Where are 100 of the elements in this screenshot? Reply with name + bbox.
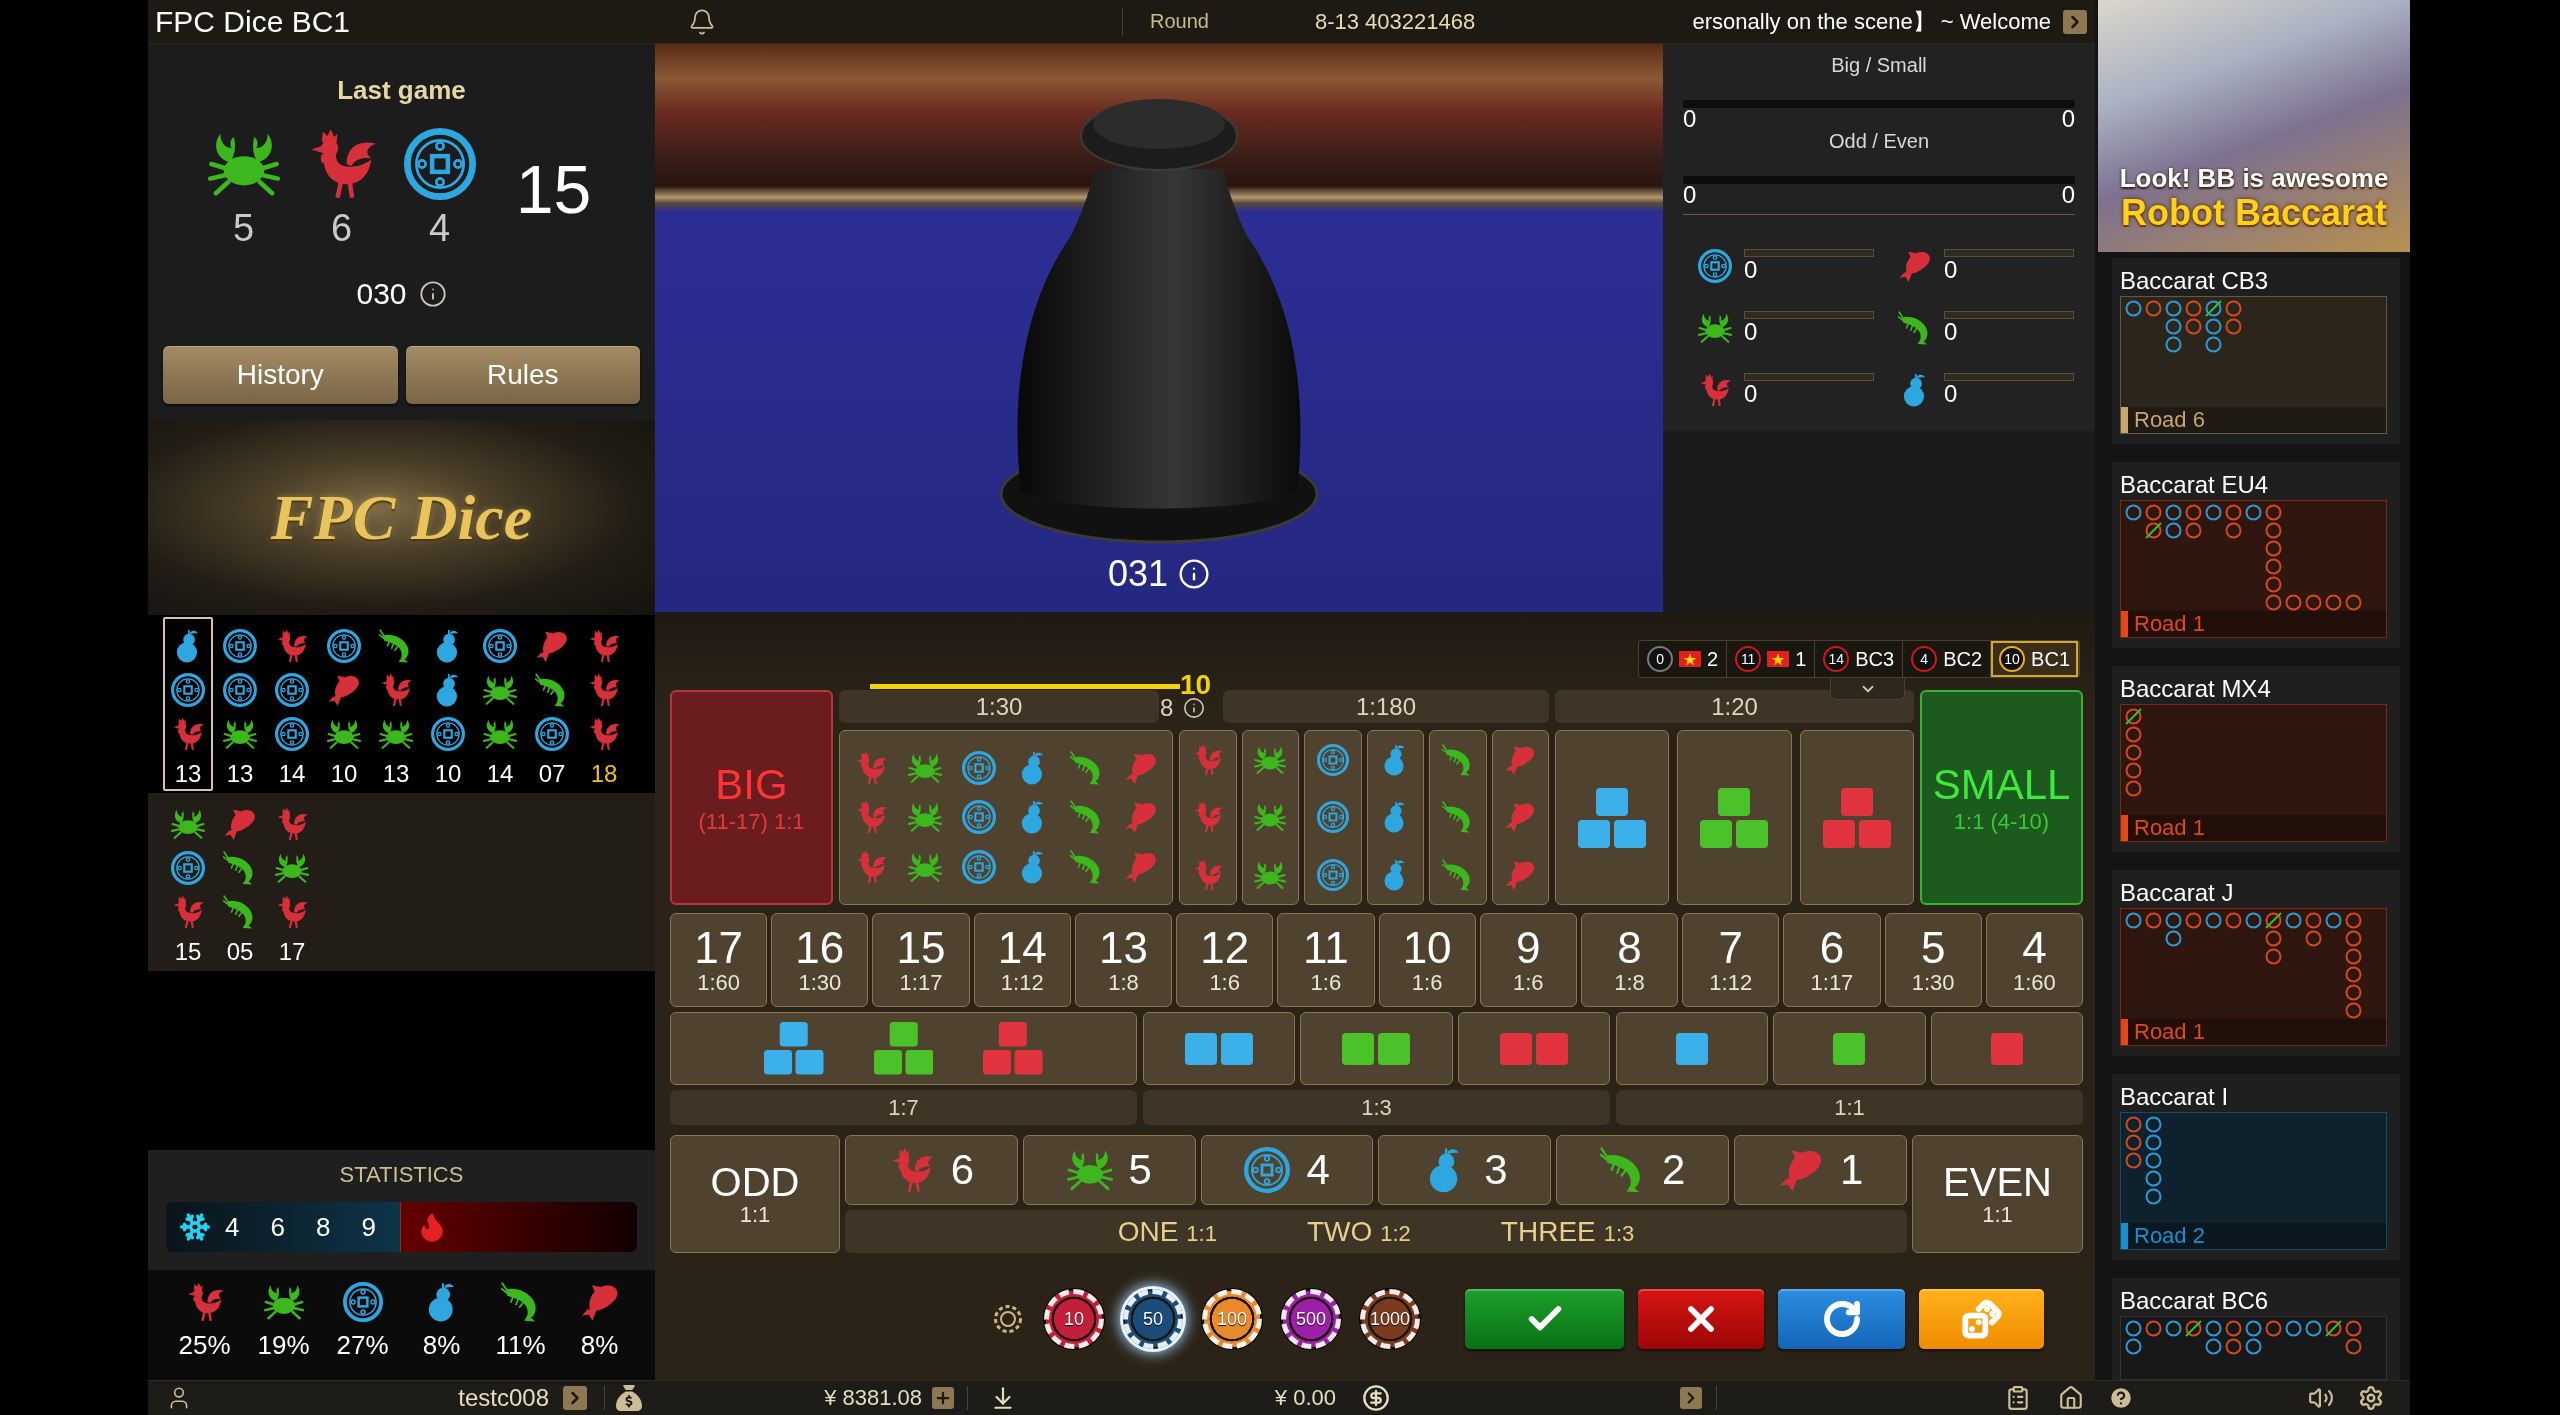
- history-column[interactable]: 15: [163, 795, 213, 969]
- history-column[interactable]: 17: [267, 795, 317, 969]
- payout-odds: 1:3: [1603, 1220, 1635, 1247]
- total-bet[interactable]: 8 1:8: [1580, 913, 1679, 1007]
- total-bet[interactable]: 6 1:17: [1783, 913, 1881, 1007]
- small-bet[interactable]: SMALL 1:1 (4-10): [1920, 690, 2083, 905]
- total-bet[interactable]: 4 1:60: [1985, 913, 2083, 1007]
- history-column[interactable]: 07: [527, 617, 577, 791]
- info-icon[interactable]: [1178, 557, 1211, 590]
- table-card[interactable]: Baccarat J Road 1: [2112, 870, 2400, 1056]
- plus-icon[interactable]: [932, 1387, 954, 1409]
- history-column[interactable]: 13: [163, 617, 213, 791]
- crab-icon: [171, 807, 205, 841]
- speaker-icon[interactable]: [2308, 1385, 2334, 1411]
- history-column[interactable]: 13: [371, 617, 421, 791]
- settings-icon[interactable]: [2358, 1385, 2384, 1411]
- history-column[interactable]: 05: [215, 795, 265, 969]
- history-column[interactable]: 10: [319, 617, 369, 791]
- bell-icon[interactable]: [688, 7, 716, 36]
- arrow-right-icon[interactable]: [1680, 1387, 1702, 1409]
- repeat-button[interactable]: [1778, 1289, 1905, 1349]
- table-card[interactable]: Baccarat CB3 Road 6: [2112, 258, 2400, 444]
- even-bet[interactable]: EVEN 1:1: [1912, 1135, 2083, 1253]
- chip-button[interactable]: 50: [1123, 1289, 1183, 1349]
- table-card[interactable]: Baccarat MX4 Road 1: [2112, 666, 2400, 852]
- dice-total: 14: [486, 761, 514, 787]
- table-card[interactable]: Baccarat I Road 2: [2112, 1074, 2400, 1260]
- triple-bet[interactable]: [1491, 730, 1549, 905]
- arrow-right-icon[interactable]: [2063, 9, 2087, 34]
- color-single-bet[interactable]: [1616, 1012, 1769, 1085]
- color-set-bet[interactable]: [670, 1012, 1137, 1085]
- coin-icon: [275, 717, 309, 751]
- total-bet[interactable]: 11 1:6: [1277, 913, 1375, 1007]
- total-bet[interactable]: 5 1:30: [1884, 913, 1982, 1007]
- stat-value: 0: [1944, 319, 1959, 345]
- color-triple-bet[interactable]: [1799, 730, 1914, 905]
- chip-button[interactable]: 1000: [1360, 1289, 1420, 1349]
- clipboard-icon[interactable]: [2005, 1385, 2031, 1411]
- total-bet[interactable]: 9 1:6: [1479, 913, 1577, 1007]
- table-tab[interactable]: 10 BC1: [1991, 641, 2079, 677]
- color-single-bet[interactable]: [1930, 1012, 2083, 1085]
- table-card[interactable]: Baccarat EU4 Road 1: [2112, 462, 2400, 648]
- symbol-bet[interactable]: 5: [1022, 1135, 1196, 1205]
- triple-bet[interactable]: [1429, 730, 1487, 905]
- share-percent: 19%: [257, 1330, 310, 1360]
- menu-button[interactable]: History: [163, 346, 398, 404]
- ad-banner[interactable]: Look! BB is awesome Robot Baccarat: [2098, 0, 2410, 252]
- total-bet[interactable]: 15 1:17: [872, 913, 970, 1007]
- history-column[interactable]: 18: [579, 617, 629, 791]
- color-pair-bet[interactable]: [1300, 1012, 1453, 1085]
- color-triple-bet[interactable]: [1677, 730, 1792, 905]
- total-bet[interactable]: 10 1:6: [1378, 913, 1476, 1007]
- history-column[interactable]: 10: [423, 617, 473, 791]
- crab-icon: [483, 673, 517, 707]
- chip-button[interactable]: 10: [1044, 1289, 1104, 1349]
- triple-bet[interactable]: [1366, 730, 1424, 905]
- color-pair-bet[interactable]: [1457, 1012, 1610, 1085]
- home-icon[interactable]: [2058, 1385, 2084, 1411]
- table-tab[interactable]: 11 1: [1727, 641, 1816, 677]
- road-label: Road 1: [2134, 1019, 2205, 1045]
- symbol-bet[interactable]: 2: [1556, 1135, 1730, 1205]
- total-bet[interactable]: 16 1:30: [771, 913, 869, 1007]
- total-bet[interactable]: 14 1:12: [973, 913, 1071, 1007]
- money-bag-icon[interactable]: [616, 1385, 642, 1411]
- any-triple-bet[interactable]: [839, 730, 1173, 905]
- odd-bet[interactable]: ODD 1:1: [670, 1135, 840, 1253]
- crab-icon: [1254, 859, 1287, 892]
- menu-button[interactable]: Rules: [405, 346, 640, 404]
- color-single-bet[interactable]: [1773, 1012, 1926, 1085]
- dollar-icon[interactable]: [1362, 1384, 1390, 1412]
- confirm-button[interactable]: [1465, 1289, 1624, 1349]
- history-column[interactable]: 13: [215, 617, 265, 791]
- double-button[interactable]: [1919, 1289, 2044, 1349]
- triple-bet[interactable]: [1241, 730, 1299, 905]
- symbol-bet[interactable]: 1: [1734, 1135, 1907, 1205]
- countdown-badge: 10: [1999, 646, 2026, 672]
- total-bet[interactable]: 17 1:60: [670, 913, 768, 1007]
- table-card[interactable]: Baccarat BC6: [2112, 1278, 2400, 1380]
- color-triple-bet[interactable]: [1555, 730, 1670, 905]
- arrow-right-icon[interactable]: [563, 1386, 587, 1410]
- table-tab[interactable]: 14 BC3: [1815, 641, 1904, 677]
- chip-button[interactable]: 500: [1281, 1289, 1341, 1349]
- chip-icon[interactable]: [994, 1305, 1022, 1333]
- history-column[interactable]: 14: [475, 617, 525, 791]
- triple-bet[interactable]: [1304, 730, 1362, 905]
- color-pair-bet[interactable]: [1143, 1012, 1296, 1085]
- help-icon[interactable]: [2108, 1385, 2134, 1411]
- symbol-bet[interactable]: 6: [845, 1135, 1018, 1205]
- cancel-button[interactable]: [1638, 1289, 1764, 1349]
- total-bet[interactable]: 7 1:12: [1682, 913, 1780, 1007]
- info-icon[interactable]: [418, 280, 447, 308]
- total-bet[interactable]: 13 1:8: [1074, 913, 1173, 1007]
- info-icon[interactable]: [1183, 697, 1206, 719]
- table-tab[interactable]: 4 BC2: [1903, 641, 1992, 677]
- triple-bet[interactable]: [1179, 730, 1237, 905]
- symbol-bet[interactable]: 3: [1378, 1135, 1552, 1205]
- symbol-bet[interactable]: 4: [1200, 1135, 1374, 1205]
- history-column[interactable]: 14: [267, 617, 317, 791]
- table-tab[interactable]: 0 2: [1639, 641, 1728, 677]
- total-bet[interactable]: 12 1:6: [1176, 913, 1274, 1007]
